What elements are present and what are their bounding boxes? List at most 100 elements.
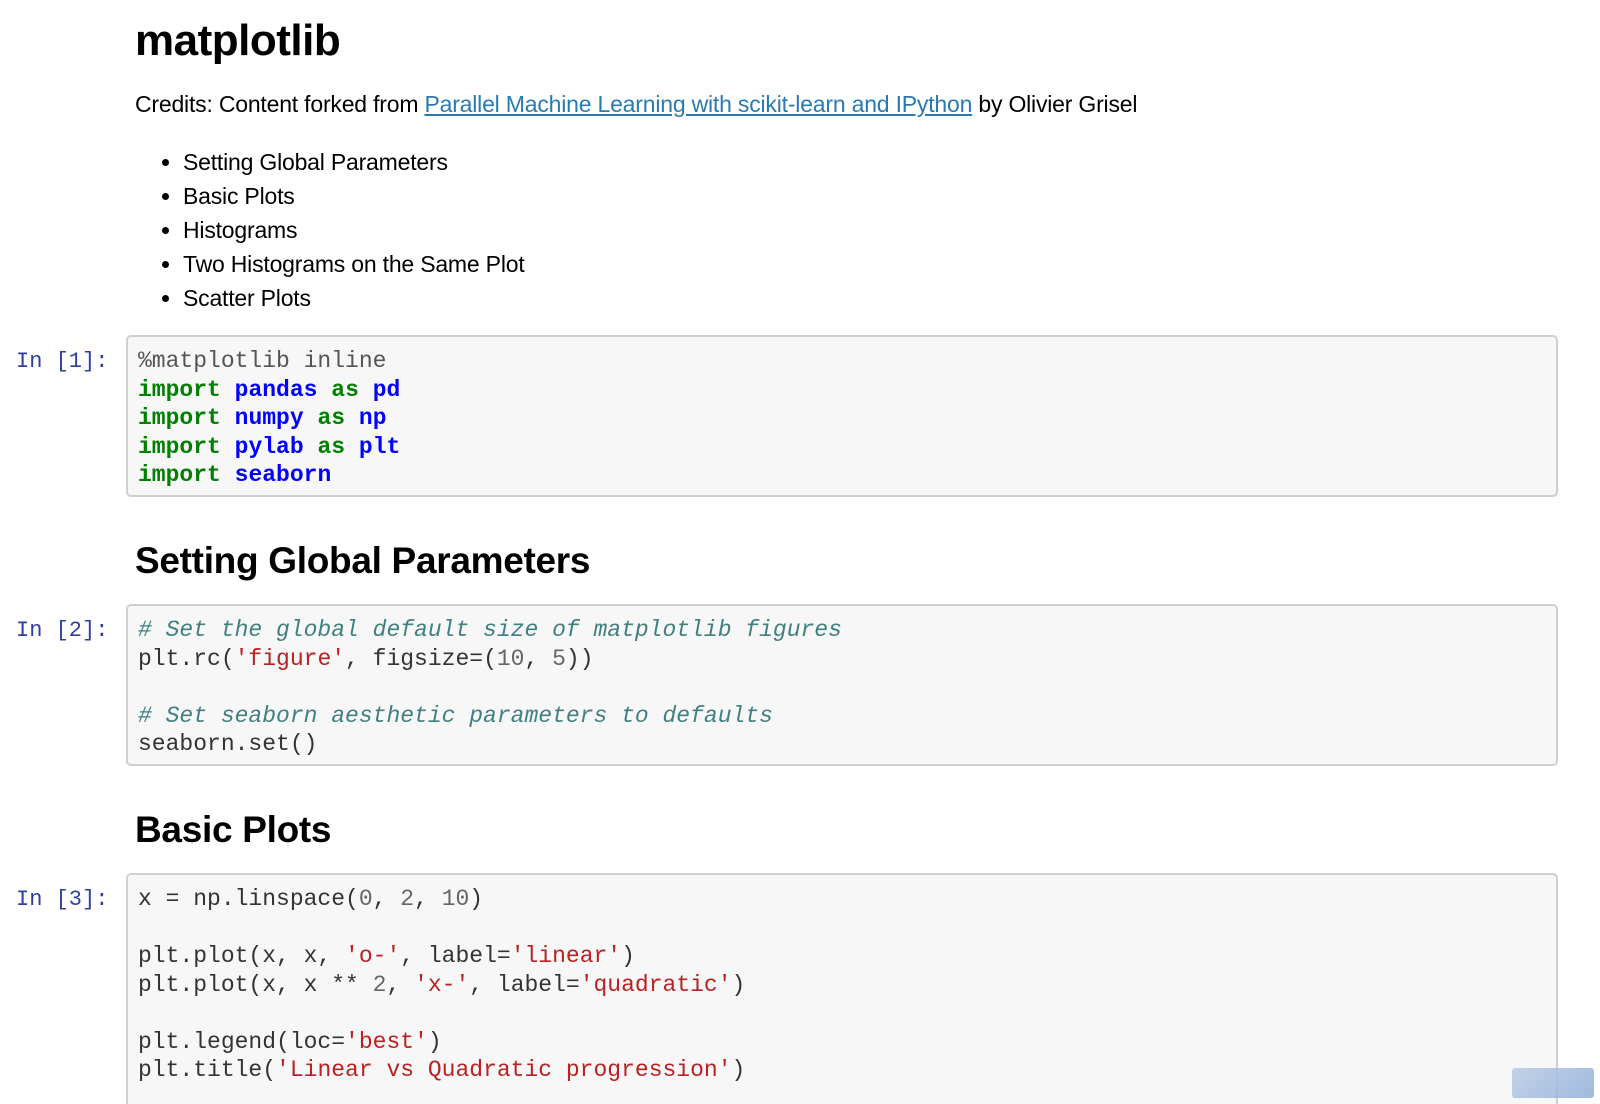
code-line: plt.plot(x, x ** 2, 'x-', label='quadrat… — [138, 971, 1556, 1000]
code-token: pd — [372, 376, 401, 403]
code-token: 0 — [358, 886, 373, 912]
code-token: 'x-' — [414, 971, 470, 998]
code-line: seaborn.set() — [138, 730, 1556, 759]
code-token: import — [138, 433, 221, 460]
code-token: import — [138, 376, 221, 403]
code-cell-2[interactable]: # Set the global default size of matplot… — [126, 604, 1558, 766]
code-token: as — [317, 405, 346, 431]
credits-suffix: by Olivier Grisel — [972, 91, 1138, 117]
cell-prompt: In [1]: — [16, 349, 109, 374]
toc-item: Scatter Plots — [183, 281, 525, 315]
code-token: , figsize=( — [345, 645, 497, 672]
code-token: seaborn.set() — [138, 731, 318, 757]
code-token: 10 — [496, 645, 525, 672]
code-token: 5 — [552, 645, 566, 672]
code-token: plt.legend(loc= — [138, 1028, 346, 1055]
code-token: 'linear' — [510, 943, 622, 969]
code-token: , — [372, 886, 401, 912]
code-cell-3[interactable]: x = np.linspace(0, 2, 10) plt.plot(x, x, … — [126, 873, 1558, 1104]
code-line: %matplotlib inline — [138, 347, 1556, 376]
code-line: plt.plot(x, x, 'o-', label='linear') — [138, 942, 1556, 971]
code-token: 2 — [372, 971, 387, 998]
code-line: import pylab as plt — [138, 433, 1556, 462]
code-line: plt.legend(loc='best') — [138, 1028, 1556, 1057]
code-token: import — [138, 462, 221, 488]
code-token: numpy — [234, 405, 304, 431]
cell-prompt: In [3]: — [16, 887, 109, 912]
code-line: import seaborn — [138, 461, 1556, 490]
code-token: , label= — [400, 943, 511, 969]
watermark-logo — [1512, 1068, 1594, 1098]
table-of-contents: Setting Global Parameters Basic Plots Hi… — [135, 145, 525, 315]
code-token: as — [331, 376, 359, 403]
section-heading-basic-plots: Basic Plots — [135, 809, 332, 850]
code-token: # Set the global default size of matplot… — [138, 617, 842, 643]
toc-item: Two Histograms on the Same Plot — [183, 247, 525, 281]
code-token: as — [317, 433, 346, 460]
section-heading-global-params: Setting Global Parameters — [135, 540, 591, 581]
code-token: plt.plot(x, x ** — [138, 971, 373, 998]
toc-item: Basic Plots — [183, 179, 525, 213]
code-cell-1[interactable]: %matplotlib inline import pandas as pd imp… — [126, 335, 1558, 497]
code-token: x = np.linspace( — [138, 886, 359, 912]
code-token: , — [386, 971, 415, 998]
code-line: plt.rc('figure', figsize=(10, 5)) — [138, 645, 1556, 674]
code-token: )) — [565, 645, 594, 672]
code-line: # Set seaborn aesthetic parameters to de… — [138, 702, 1556, 731]
code-token: plt.title( — [138, 1057, 277, 1083]
toc-item: Histograms — [183, 213, 525, 247]
code-token: np — [358, 405, 387, 431]
code-token: , — [414, 886, 442, 912]
code-token: ) — [621, 943, 635, 969]
code-token: 'figure' — [234, 645, 346, 672]
code-token: pylab — [234, 433, 304, 460]
code-line: plt.title('Linear vs Quadratic progressi… — [138, 1056, 1556, 1085]
code-token: , label= — [469, 971, 580, 998]
code-token: 'o-' — [345, 943, 401, 969]
code-token: plt.rc( — [138, 645, 235, 672]
code-token: %matplotlib inline — [138, 348, 387, 374]
code-token: import — [138, 405, 221, 431]
code-line: # Set the global default size of matplot… — [138, 616, 1556, 645]
code-token: 'best' — [345, 1028, 428, 1055]
code-token: ) — [427, 1028, 442, 1055]
code-token: ) — [469, 886, 484, 912]
code-token: 'Linear vs Quadratic progression' — [276, 1057, 732, 1083]
code-token: seaborn — [234, 462, 332, 488]
code-editor[interactable]: # Set the global default size of matplot… — [138, 616, 1556, 759]
code-token: 'quadratic' — [579, 971, 732, 998]
credits-prefix: Credits: Content forked from — [135, 91, 425, 117]
code-token: pandas — [234, 376, 318, 403]
code-token: 2 — [400, 886, 415, 912]
code-token: 10 — [441, 886, 470, 912]
code-line: import pandas as pd — [138, 376, 1556, 405]
code-editor[interactable]: x = np.linspace(0, 2, 10) plt.plot(x, x, … — [138, 885, 1556, 1085]
code-token: ) — [731, 971, 746, 998]
code-line: import numpy as np — [138, 404, 1556, 433]
code-token: plt.plot(x, x, — [138, 943, 346, 969]
code-token: ) — [731, 1057, 746, 1083]
code-token: , — [524, 645, 553, 672]
toc-item: Setting Global Parameters — [183, 145, 525, 179]
notebook-title: matplotlib — [135, 16, 341, 65]
code-editor[interactable]: %matplotlib inline import pandas as pd imp… — [138, 347, 1556, 490]
code-line: x = np.linspace(0, 2, 10) — [138, 885, 1556, 914]
code-token: # Set seaborn aesthetic parameters to de… — [138, 702, 773, 729]
code-token: plt — [358, 433, 401, 460]
cell-prompt: In [2]: — [16, 618, 109, 643]
credits-link[interactable]: Parallel Machine Learning with scikit-le… — [424, 91, 972, 117]
credits-text: Credits: Content forked from Parallel Ma… — [135, 89, 1137, 119]
